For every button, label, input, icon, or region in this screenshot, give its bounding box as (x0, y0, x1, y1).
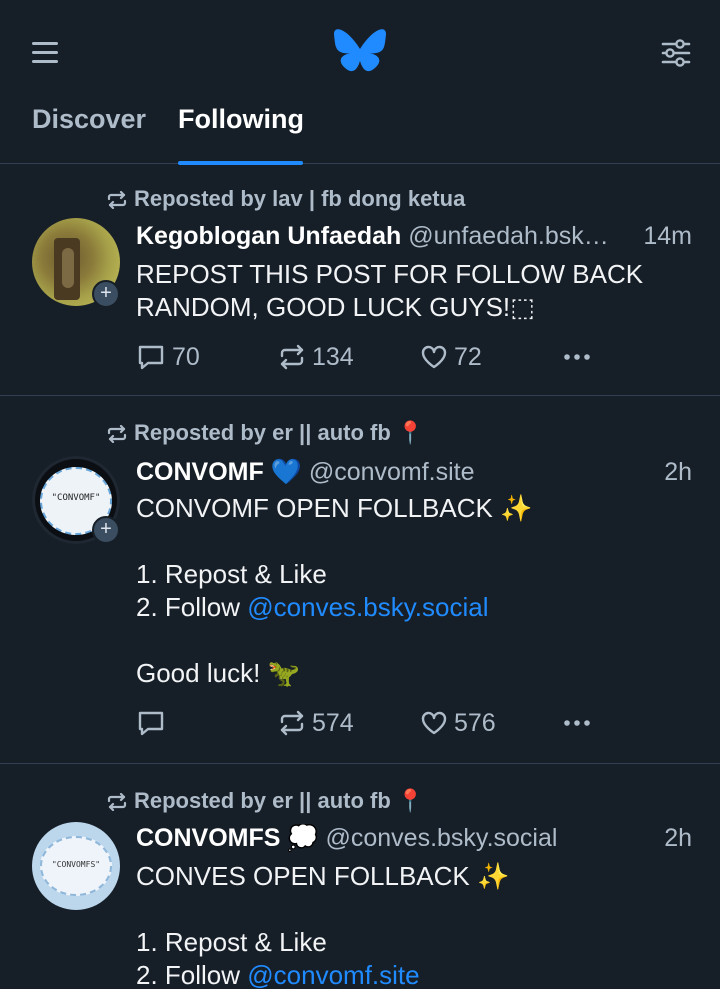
post-text-line: CONVOMF OPEN FOLLBACK ✨ (136, 493, 533, 523)
repost-button[interactable]: 574 (278, 706, 354, 740)
reply-button[interactable] (136, 706, 172, 740)
top-bar (0, 0, 720, 100)
like-button[interactable]: 576 (420, 706, 496, 740)
author-handle[interactable]: @conves.bsky.social (325, 824, 557, 852)
author-name[interactable]: CONVOMFS 💭 (136, 824, 319, 852)
post-text-line: Good luck! 🦖 (136, 658, 300, 688)
avatar-text: "CONVOMF" (51, 493, 101, 503)
author-name[interactable]: Kegoblogan Unfaedah (136, 222, 401, 250)
post-text-line: REPOST THIS POST FOR FOLLOW BACK (136, 259, 644, 289)
repost-count: 574 (312, 708, 354, 737)
post-actions: 574 576 (136, 706, 606, 740)
sliders-icon[interactable] (656, 36, 696, 70)
post-time[interactable]: 2h (664, 458, 692, 487)
repost-by-text: Reposted by er || auto fb 📍 (134, 788, 425, 813)
post-text: CONVOMF OPEN FOLLBACK ✨ 1. Repost & Like… (136, 492, 692, 690)
author-handle[interactable]: @unfaedah.bsk… (408, 222, 609, 250)
post-text-line: 1. Repost & Like (136, 927, 327, 957)
repost-icon (280, 344, 304, 370)
butterfly-logo-icon[interactable] (333, 28, 387, 78)
heart-icon (421, 711, 447, 735)
avatar[interactable]: "CONVOMFS" (32, 822, 120, 910)
reply-icon (138, 345, 164, 370)
repost-indicator: Reposted by lav | fb dong ketua (106, 186, 465, 212)
post-text-line: 2. Follow @conves.bsky.social (136, 592, 489, 622)
follow-plus-badge[interactable]: + (92, 280, 120, 308)
repost-by-text: Reposted by er || auto fb 📍 (134, 420, 425, 445)
reply-count: 70 (172, 342, 200, 371)
more-dots-icon (564, 720, 590, 726)
like-count: 72 (454, 342, 482, 371)
tab-discover[interactable]: Discover (32, 104, 146, 135)
author-line[interactable]: Kegoblogan Unfaedah @unfaedah.bsk… (136, 222, 610, 251)
author-handle[interactable]: @convomf.site (309, 458, 475, 486)
menu-icon[interactable] (26, 36, 66, 70)
repost-icon (280, 710, 304, 736)
more-options-button[interactable] (562, 340, 598, 374)
post-text-line: CONVES OPEN FOLLBACK ✨ (136, 861, 510, 891)
feed-post[interactable]: Reposted by er || auto fb 📍 "CONVOMFS" C… (0, 764, 720, 989)
more-dots-icon (564, 354, 590, 360)
post-text-line: RANDOM, GOOD LUCK GUYS!⬚ (136, 292, 535, 322)
avatar-text: "CONVOMFS" (51, 860, 101, 869)
repost-count: 134 (312, 342, 354, 371)
post-time[interactable]: 2h (664, 824, 692, 853)
author-name[interactable]: CONVOMF 💙 (136, 458, 302, 486)
post-time[interactable]: 14m (643, 222, 692, 251)
like-button[interactable]: 72 (420, 340, 482, 374)
post-text-line: 2. Follow @convomf.site (136, 960, 420, 989)
repost-indicator: Reposted by er || auto fb 📍 (106, 788, 424, 814)
author-line[interactable]: CONVOMFS 💭 @conves.bsky.social (136, 824, 630, 853)
repost-icon (107, 191, 127, 209)
follow-plus-badge[interactable]: + (92, 516, 120, 544)
post-text: REPOST THIS POST FOR FOLLOW BACK RANDOM,… (136, 258, 692, 324)
reply-button[interactable]: 70 (136, 340, 200, 374)
tab-following[interactable]: Following (178, 104, 304, 135)
post-text: CONVES OPEN FOLLBACK ✨ 1. Repost & Like … (136, 860, 692, 989)
like-count: 576 (454, 708, 496, 737)
repost-by-text: Reposted by lav | fb dong ketua (134, 186, 466, 211)
post-actions: 70 134 72 (136, 340, 606, 374)
feed-post[interactable]: Reposted by lav | fb dong ketua + Kegobl… (0, 164, 720, 396)
repost-button[interactable]: 134 (278, 340, 354, 374)
feed-tabs: Discover Following (0, 96, 720, 165)
post-text-line: 1. Repost & Like (136, 559, 327, 589)
mention-link[interactable]: @conves.bsky.social (247, 592, 488, 622)
heart-icon (421, 345, 447, 369)
repost-icon (107, 425, 127, 443)
author-line[interactable]: CONVOMF 💙 @convomf.site (136, 458, 630, 487)
mention-link[interactable]: @convomf.site (247, 960, 419, 989)
repost-indicator: Reposted by er || auto fb 📍 (106, 420, 424, 446)
reply-icon (138, 711, 164, 736)
more-options-button[interactable] (562, 706, 598, 740)
app-root: Discover Following Reposted by lav | fb … (0, 0, 720, 989)
feed-post[interactable]: Reposted by er || auto fb 📍 "CONVOMF" + … (0, 396, 720, 764)
repost-icon (107, 793, 127, 811)
